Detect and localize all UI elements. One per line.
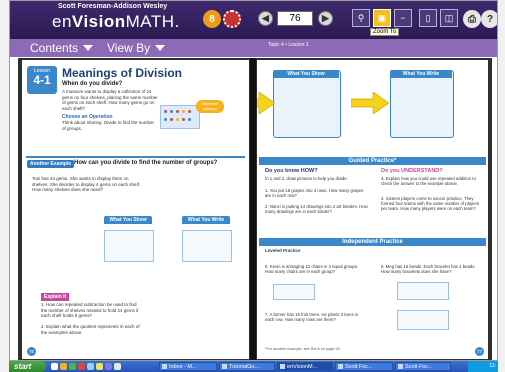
independent-item-7: 7. A farmer has 15 fruit trees. He plant… [265,312,359,323]
left-page: Lesson 4-1 Meanings of Division When do … [22,60,249,359]
print-icon[interactable]: ⎙ [463,10,481,28]
leveled-practice-label: Leveled Practice [265,248,301,253]
independent-item-6: 6. Meg has 16 beads. Each bracelet has 4… [381,264,476,275]
item-8-diagram [397,310,449,330]
know-item-intro: In 1 and 2, draw pictures to help you di… [265,176,348,181]
quicklaunch-icon[interactable] [114,363,121,370]
independent-item-5: 5. Kevin is arranging 12 chairs in 3 equ… [265,264,359,275]
explain-item-1: 1. How can repeated subtraction be used … [41,302,139,318]
chevron-down-icon [155,45,166,51]
understand-item-4: 4. Sixteen players come to soccer practi… [381,196,480,212]
taskbar-item[interactable]: enVisionM... [277,362,333,371]
windows-taskbar: start Inbox - M... TutorialGu... enVisio… [9,361,498,372]
do-you-know-heading: Do you know HOW? [265,168,318,174]
zoom-out-icon[interactable]: − [394,9,412,27]
gems-picture [160,105,200,129]
color-wheel-icon[interactable] [223,10,241,28]
contents-dropdown[interactable]: Contents [30,41,94,55]
quicklaunch-icon[interactable] [96,363,103,370]
explain-item-2: 2. Explain what the quotient represents … [41,324,140,335]
explain-it-label: Explain It [41,293,70,301]
objective-bubble: Objective: sharing [196,100,224,113]
book-gutter [250,58,256,360]
item-5-diagram [273,284,315,300]
previous-page-button[interactable]: ◀ [258,11,273,26]
system-tray-clock: 11: [468,361,498,372]
write-diagram [182,230,232,262]
section-divider [26,156,245,158]
show-diagram [104,230,154,262]
page-number-right: 77 [475,347,484,356]
publisher-label: Scott Foresman-Addison Wesley [58,3,168,10]
another-example-label: Another Example [27,160,75,168]
lesson-badge: Lesson 4-1 [27,66,57,94]
quicklaunch-icon[interactable] [87,363,94,370]
chevron-down-icon [83,45,94,51]
taskbar-item[interactable]: TutorialGu... [219,362,275,371]
lesson-title: Meanings of Division [62,66,183,80]
taskbar-item[interactable]: Inbox - M... [159,362,217,371]
view-by-dropdown[interactable]: View By [107,41,166,55]
what-you-write-header: What You Write [182,216,230,224]
two-page-icon[interactable]: ◫ [440,9,458,27]
yellow-arrow-icon [257,92,275,114]
zoom-to-icon[interactable]: ▣ [373,9,391,27]
footnote: *For another example, see Set A on page … [265,347,341,351]
know-item-2: 2. Nanci is putting 14 drawings into 2 a… [265,204,368,215]
show-box: What You Show [273,70,341,138]
example-text: Toni has 24 gems. She wants to display t… [32,176,141,192]
breadcrumb: Topic 4 • Lesson 1 [268,42,309,48]
guided-practice-band: Guided Practice* [259,157,486,165]
help-icon[interactable]: ? [481,10,497,28]
zoom-to-tooltip: Zoom To [370,28,400,36]
quicklaunch-icon[interactable] [105,363,112,370]
know-item-1: 1. You put 18 grapes into 3 rows. How ma… [265,188,364,199]
intro-text: A museum wants to display a collection o… [62,89,158,111]
understand-item-3: 3. Explain how you could use repeated ad… [381,176,476,187]
lesson-question: When do you divide? [62,81,123,87]
zoom-in-icon[interactable]: ⚲ [352,9,370,27]
book-spread: Lesson 4-1 Meanings of Division When do … [18,58,492,360]
envision-viewer-window: Scott Foresman-Addison Wesley enVisionMA… [9,0,498,361]
item-6-diagram [397,282,449,300]
quicklaunch-icon[interactable] [60,363,67,370]
understand-heading: Do you UNDERSTAND? [381,168,443,174]
page-number-input[interactable] [277,11,313,26]
yellow-arrow-icon [351,92,389,114]
grade-8-icon[interactable]: 8 [203,10,221,28]
quicklaunch-icon[interactable] [51,363,58,370]
next-page-button[interactable]: ▶ [318,11,333,26]
write-box: What You Write [390,70,454,138]
what-you-show-header: What You Show [104,216,152,224]
taskbar-item[interactable]: Scott For... [395,362,451,371]
example-question: How can you divide to find the number of… [74,160,218,166]
show-text [32,230,98,236]
quicklaunch-icon[interactable] [69,363,76,370]
quicklaunch-icon[interactable] [78,363,85,370]
page-number-left: 76 [27,347,36,356]
start-button[interactable]: start [9,361,46,372]
right-page: What You Show What You Write Guided Prac… [257,60,488,359]
independent-practice-band: Independent Practice [259,238,486,246]
taskbar-item[interactable]: Scott For... [335,362,393,371]
navigation-bar: Contents View By [10,39,497,57]
single-page-icon[interactable]: ▯ [419,9,437,27]
product-logo: enVisionMATH. [52,12,180,31]
app-header: Scott Foresman-Addison Wesley enVisionMA… [10,1,497,39]
operation-text: Think about sharing. Divide to find the … [62,120,155,131]
